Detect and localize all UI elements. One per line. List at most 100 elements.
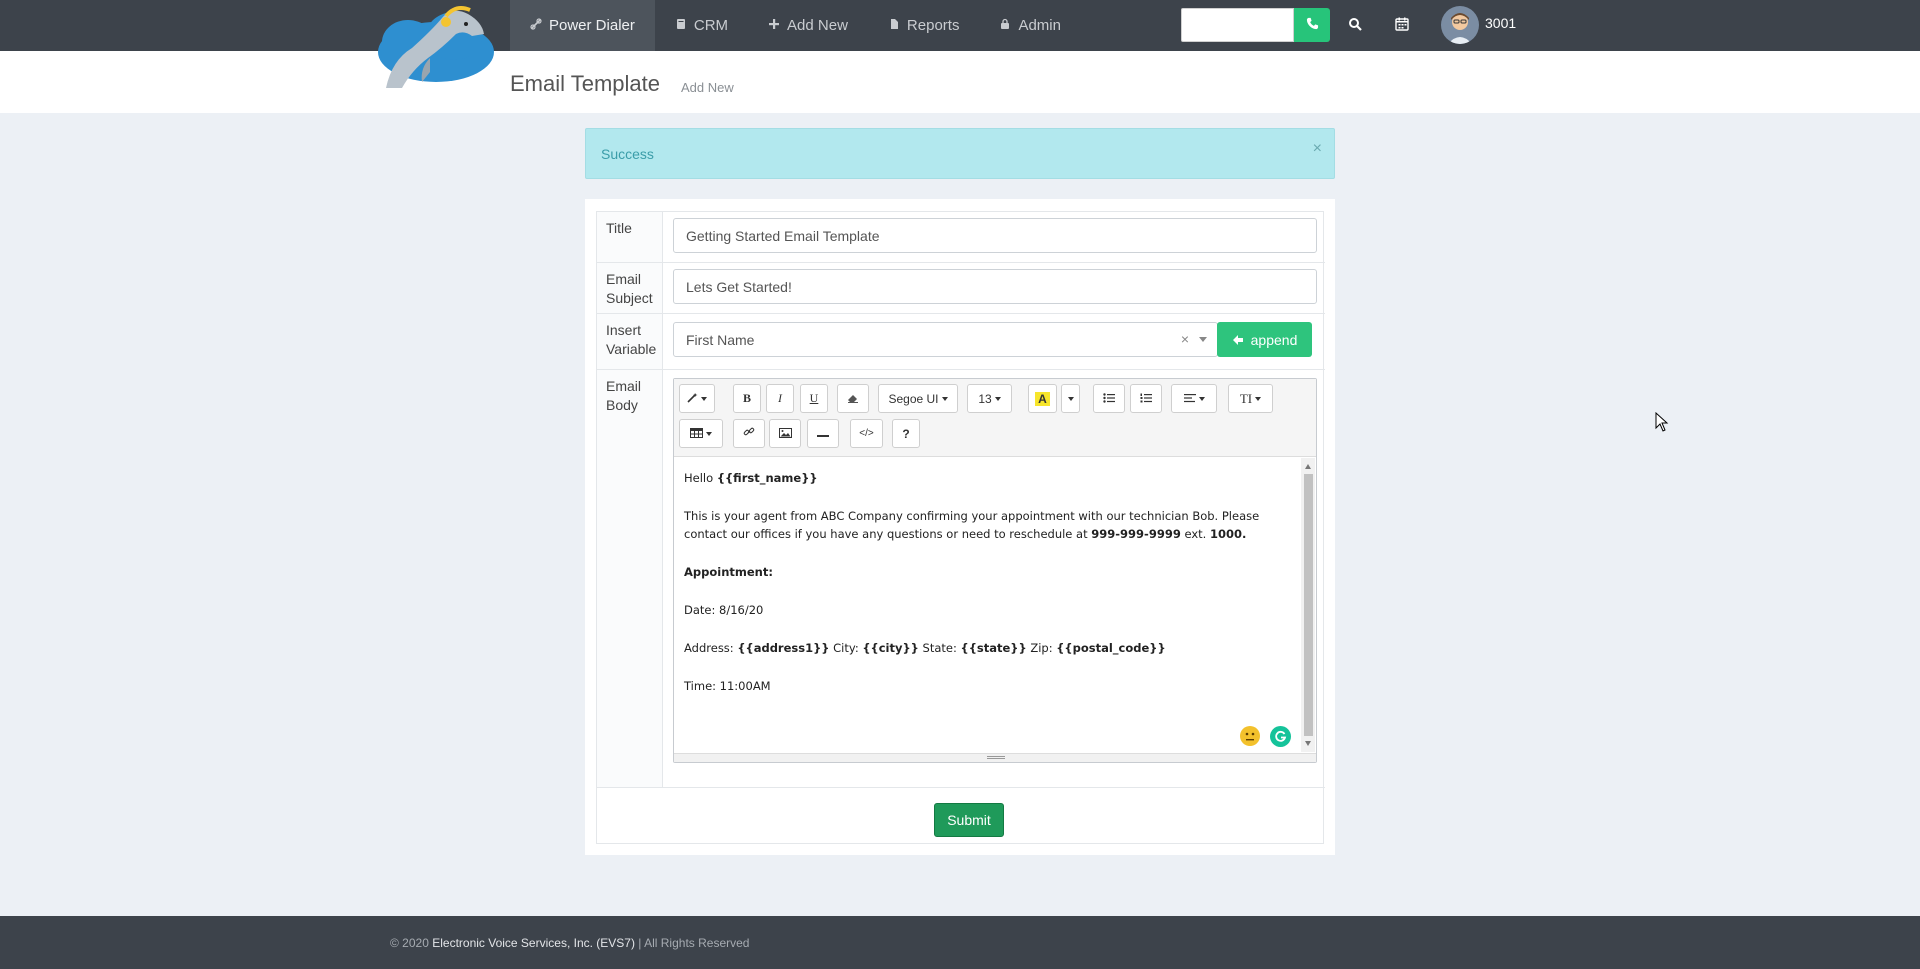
ext-number: 1000.	[1210, 527, 1247, 541]
page-subtitle: Add New	[681, 80, 734, 95]
user-extension[interactable]: 3001	[1485, 15, 1516, 31]
success-alert: Success ×	[585, 128, 1335, 179]
scroll-up-icon[interactable]	[1305, 464, 1311, 469]
numbered-list-button[interactable]	[1130, 384, 1162, 413]
footer-copyright: © 2020	[390, 936, 433, 950]
bullet-list-icon	[1103, 392, 1115, 406]
date-line: Date: 8/16/20	[684, 601, 1294, 619]
font-size-select[interactable]: 13	[967, 384, 1012, 413]
emoji-icon[interactable]	[1240, 726, 1260, 746]
select-value: First Name	[686, 331, 755, 348]
footer: © 2020 Electronic Voice Services, Inc. (…	[0, 916, 1920, 969]
italic-button[interactable]: I	[766, 384, 794, 413]
nav-label: Add New	[787, 17, 848, 34]
avatar[interactable]	[1441, 6, 1479, 44]
scroll-thumb[interactable]	[1304, 474, 1313, 736]
underline-button[interactable]: U	[800, 384, 828, 413]
nav-add-new[interactable]: Add New	[748, 0, 868, 51]
book-icon	[675, 18, 687, 33]
calendar-icon	[1395, 17, 1409, 34]
row-divider	[597, 313, 1325, 314]
top-navbar: Power Dialer CRM Add New Reports Admin 3…	[0, 0, 1920, 51]
page-title: Email Template	[510, 71, 660, 96]
insert-variable-select[interactable]: First Name ×	[673, 322, 1218, 357]
italic-icon: I	[778, 391, 782, 405]
email-template-card: Title Email Subject Insert Variable Firs…	[585, 199, 1335, 855]
line-height-icon: TI	[1239, 390, 1253, 406]
font-family-value: Segoe UI	[888, 391, 939, 406]
editor-scrollbar[interactable]	[1301, 458, 1315, 752]
link-icon	[743, 426, 755, 441]
nav-admin[interactable]: Admin	[979, 0, 1081, 51]
submit-button[interactable]: Submit	[934, 803, 1004, 837]
nav-label: Reports	[906, 17, 960, 34]
search-icon	[1348, 17, 1362, 34]
magic-wand-icon	[687, 392, 698, 406]
title-field[interactable]	[673, 218, 1317, 253]
scroll-down-icon[interactable]	[1305, 741, 1311, 746]
editor-toolbar: B I U Segoe UI 13 A TI </> ?	[674, 379, 1316, 457]
row-divider	[597, 787, 1325, 788]
clear-icon[interactable]: ×	[1181, 331, 1189, 347]
nav-reports[interactable]: Reports	[868, 0, 980, 51]
nav-crm[interactable]: CRM	[655, 0, 748, 51]
zip-label: Zip:	[1026, 641, 1057, 655]
image-button[interactable]	[769, 419, 801, 448]
text-color-icon: A	[1035, 391, 1050, 406]
greeting-line: Hello {{first_name}}	[684, 469, 1294, 487]
main-nav: Power Dialer CRM Add New Reports Admin	[510, 0, 1081, 51]
underline-icon: U	[809, 391, 819, 405]
color-dropdown[interactable]	[1061, 384, 1080, 413]
search-button[interactable]	[1344, 14, 1366, 36]
arrow-left-icon	[1232, 334, 1244, 346]
calendar-button[interactable]	[1391, 14, 1413, 36]
mouse-cursor-icon	[1655, 411, 1669, 435]
grammarly-icon[interactable]	[1270, 726, 1291, 747]
subject-label-line2: Subject	[606, 290, 653, 306]
dial-number-input[interactable]	[1181, 8, 1294, 42]
state-label: State:	[918, 641, 961, 655]
body-label-line1: Email	[606, 378, 642, 394]
code-view-button[interactable]: </>	[850, 419, 883, 448]
numbered-list-icon	[1140, 392, 1152, 406]
chevron-down-icon[interactable]	[1199, 337, 1207, 342]
bold-icon: B	[742, 391, 751, 405]
line-height-button[interactable]: TI	[1228, 384, 1273, 413]
image-icon	[778, 427, 792, 441]
editor-content[interactable]: Hello {{first_name}} This is your agent …	[684, 469, 1294, 715]
email-subject-field[interactable]	[673, 269, 1317, 304]
align-button[interactable]	[1171, 384, 1217, 413]
email-template-form: Title Email Subject Insert Variable Firs…	[596, 211, 1325, 844]
nav-power-dialer[interactable]: Power Dialer	[510, 0, 655, 51]
footer-text: © 2020 Electronic Voice Services, Inc. (…	[390, 936, 749, 950]
link-button[interactable]	[733, 419, 765, 448]
style-button[interactable]	[679, 384, 715, 413]
help-icon: ?	[902, 426, 910, 441]
font-family-select[interactable]: Segoe UI	[878, 384, 958, 413]
date-text: Date: 8/16/20	[684, 603, 764, 617]
dolphin-logo[interactable]	[372, 0, 500, 92]
bold-button[interactable]: B	[733, 384, 761, 413]
row-divider	[597, 262, 1325, 263]
footer-company: Electronic Voice Services, Inc. (EVS7)	[432, 936, 635, 950]
variable-token: {{first_name}}	[716, 471, 818, 485]
help-button[interactable]: ?	[892, 419, 920, 448]
subject-label: Email Subject	[597, 263, 663, 313]
dial-call-button[interactable]	[1294, 8, 1330, 42]
table-button[interactable]	[679, 419, 723, 448]
append-button[interactable]: append	[1217, 322, 1312, 357]
clear-format-button[interactable]	[837, 384, 869, 413]
editor-resize-handle[interactable]	[674, 753, 1316, 762]
submit-label: Submit	[947, 812, 991, 828]
horizontal-rule-button[interactable]	[807, 419, 839, 448]
text-color-button[interactable]: A	[1028, 384, 1057, 413]
body-label-line2: Body	[606, 397, 638, 413]
plus-icon	[768, 18, 780, 33]
variable-label-line2: Variable	[606, 341, 657, 357]
appointment-heading: Appointment:	[684, 563, 1294, 581]
variable-token: {{city}}	[862, 641, 919, 655]
close-icon[interactable]: ×	[1313, 140, 1322, 158]
variable-token: {{state}}	[960, 641, 1027, 655]
code-icon: </>	[859, 428, 874, 439]
bullet-list-button[interactable]	[1093, 384, 1125, 413]
